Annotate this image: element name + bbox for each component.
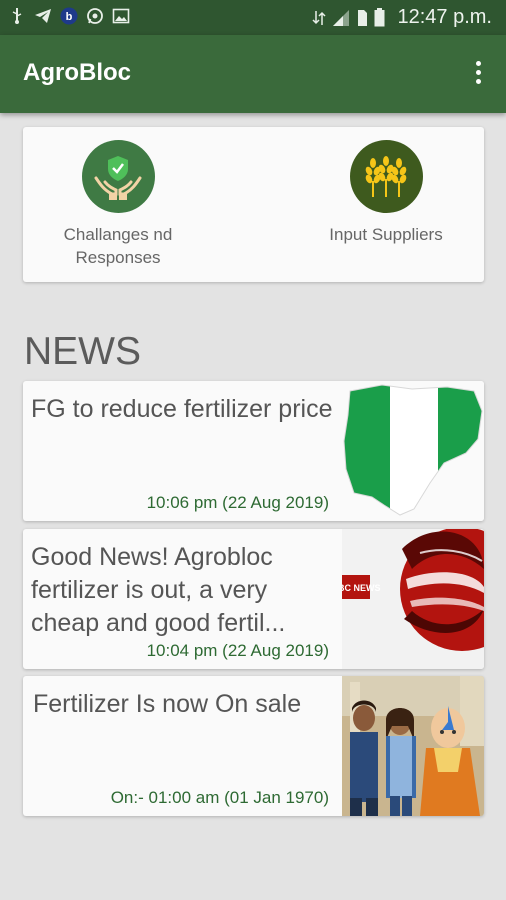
gallery-icon (112, 8, 130, 24)
news-heading: NEWS (24, 330, 141, 373)
news-date: 10:06 pm (22 Aug 2019) (146, 493, 329, 512)
category-input-suppliers[interactable]: Input Suppliers (296, 140, 476, 246)
nigeria-flag-map-image (342, 381, 484, 521)
signal-icon (333, 9, 350, 26)
bbc-news-image: BBC NEWS (342, 529, 484, 669)
sim-icon (358, 9, 368, 26)
shield-hands-icon (94, 155, 142, 200)
news-item[interactable]: Good News! Agrobloc fertilizer is out, a… (23, 529, 484, 669)
clock: 12:47 p.m. (397, 6, 492, 28)
telegram-icon (35, 9, 51, 23)
wheat-icon (365, 155, 407, 197)
category-card: Challanges nd Responses Input Suppliers (23, 127, 484, 282)
svg-text:b: b (66, 11, 73, 23)
news-title: Good News! Agrobloc fertilizer is out, a… (31, 543, 286, 637)
category-icon-circle (349, 140, 423, 213)
news-item[interactable]: Fertilizer Is now On sale On:- 01:00 am … (23, 676, 484, 816)
news-title: FG to reduce fertilizer price (31, 395, 333, 423)
more-vert-icon[interactable] (472, 61, 484, 87)
category-label: Challanges nd Responses (63, 225, 173, 267)
b-app-icon: b (60, 7, 78, 25)
category-label: Input Suppliers (329, 225, 443, 244)
news-item[interactable]: FG to reduce fertilizer price 10:06 pm (… (23, 381, 484, 521)
data-icon (312, 10, 327, 25)
usb-icon (12, 8, 22, 24)
system-icons: 12:47 p.m. (312, 6, 492, 29)
whatsapp-icon (87, 8, 103, 24)
notification-icons: b (8, 7, 130, 25)
app-bar: AgroBloc (0, 35, 506, 113)
news-date: 10:04 pm (22 Aug 2019) (146, 641, 329, 660)
news-title: Fertilizer Is now On sale (33, 690, 302, 718)
battery-icon (374, 8, 385, 27)
status-bar: b 12:47 p.m. (0, 0, 506, 35)
news-date: On:- 01:00 am (01 Jan 1970) (110, 788, 329, 807)
category-challenges[interactable]: Challanges nd Responses (28, 140, 208, 269)
category-icon-circle (81, 140, 155, 213)
app-title: AgroBloc (23, 59, 131, 86)
cartoon-characters-image (342, 676, 484, 816)
svg-text:BBC NEWS: BBC NEWS (342, 583, 381, 593)
